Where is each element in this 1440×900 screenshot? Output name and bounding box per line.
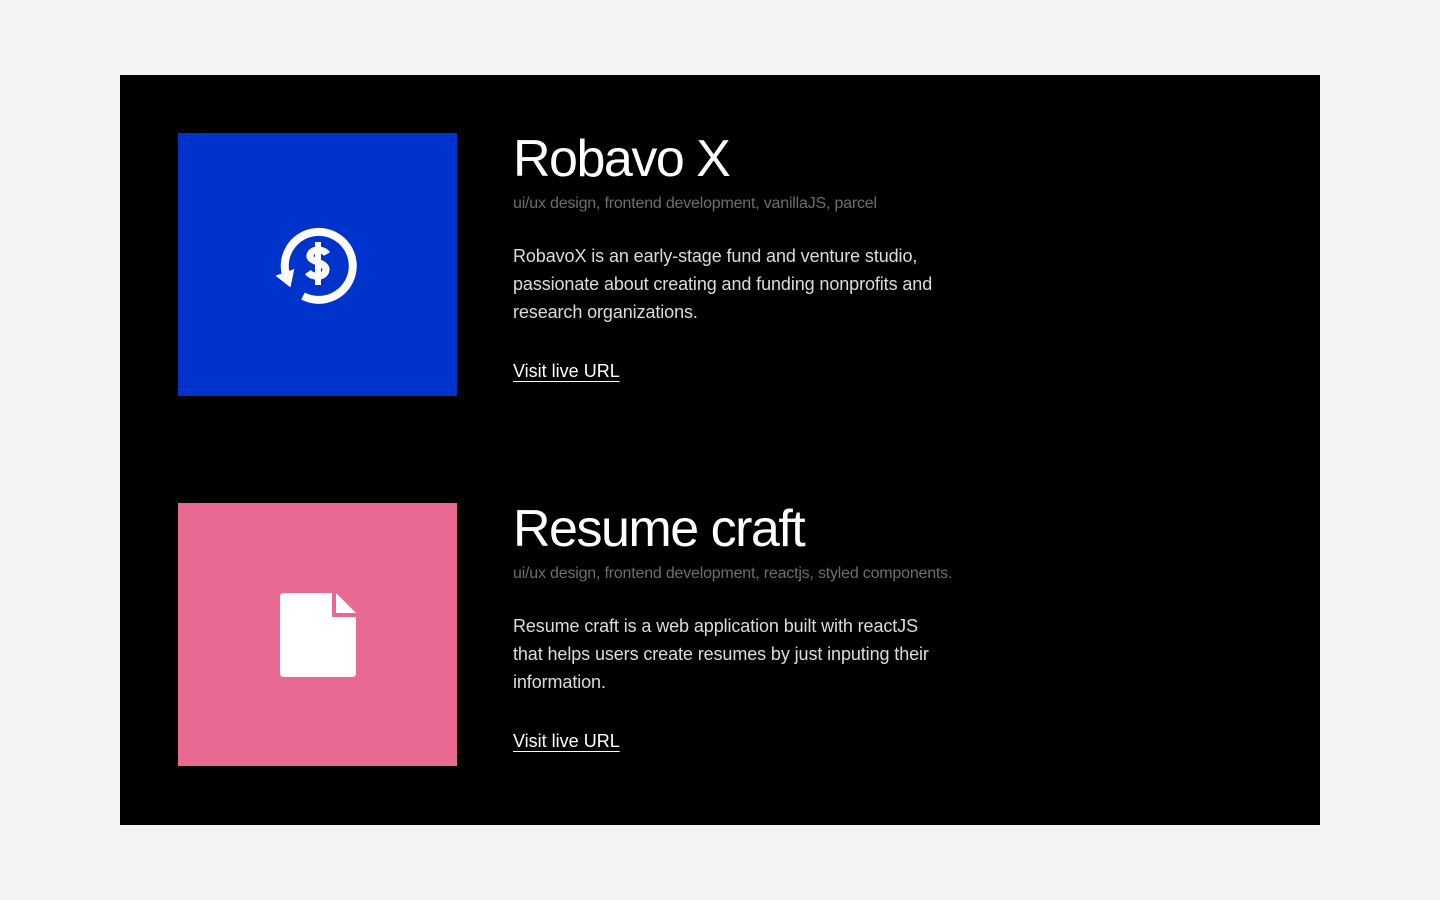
visit-live-url-link[interactable]: Visit live URL — [513, 360, 620, 382]
project-title: Robavo X — [513, 130, 731, 188]
project-info: Robavo X ui/ux design, frontend developm… — [513, 133, 1213, 382]
project-thumbnail — [178, 133, 457, 396]
dollar-refresh-icon — [275, 227, 357, 304]
project-thumbnail — [178, 503, 457, 766]
project-info: Resume craft ui/ux design, frontend deve… — [513, 503, 1213, 752]
document-icon — [279, 592, 356, 677]
project-description: RobavoX is an early-stage fund and ventu… — [513, 246, 933, 322]
project-tags: ui/ux design, frontend development, reac… — [513, 565, 953, 582]
project-card-robavo-x: Robavo X ui/ux design, frontend developm… — [178, 133, 1278, 396]
project-tags: ui/ux design, frontend development, vani… — [513, 195, 877, 212]
project-title: Resume craft — [513, 500, 806, 558]
projects-panel: Robavo X ui/ux design, frontend developm… — [120, 75, 1320, 825]
visit-live-url-link[interactable]: Visit live URL — [513, 730, 620, 752]
project-card-resume-craft: Resume craft ui/ux design, frontend deve… — [178, 503, 1278, 766]
project-description: Resume craft is a web application built … — [513, 616, 929, 692]
